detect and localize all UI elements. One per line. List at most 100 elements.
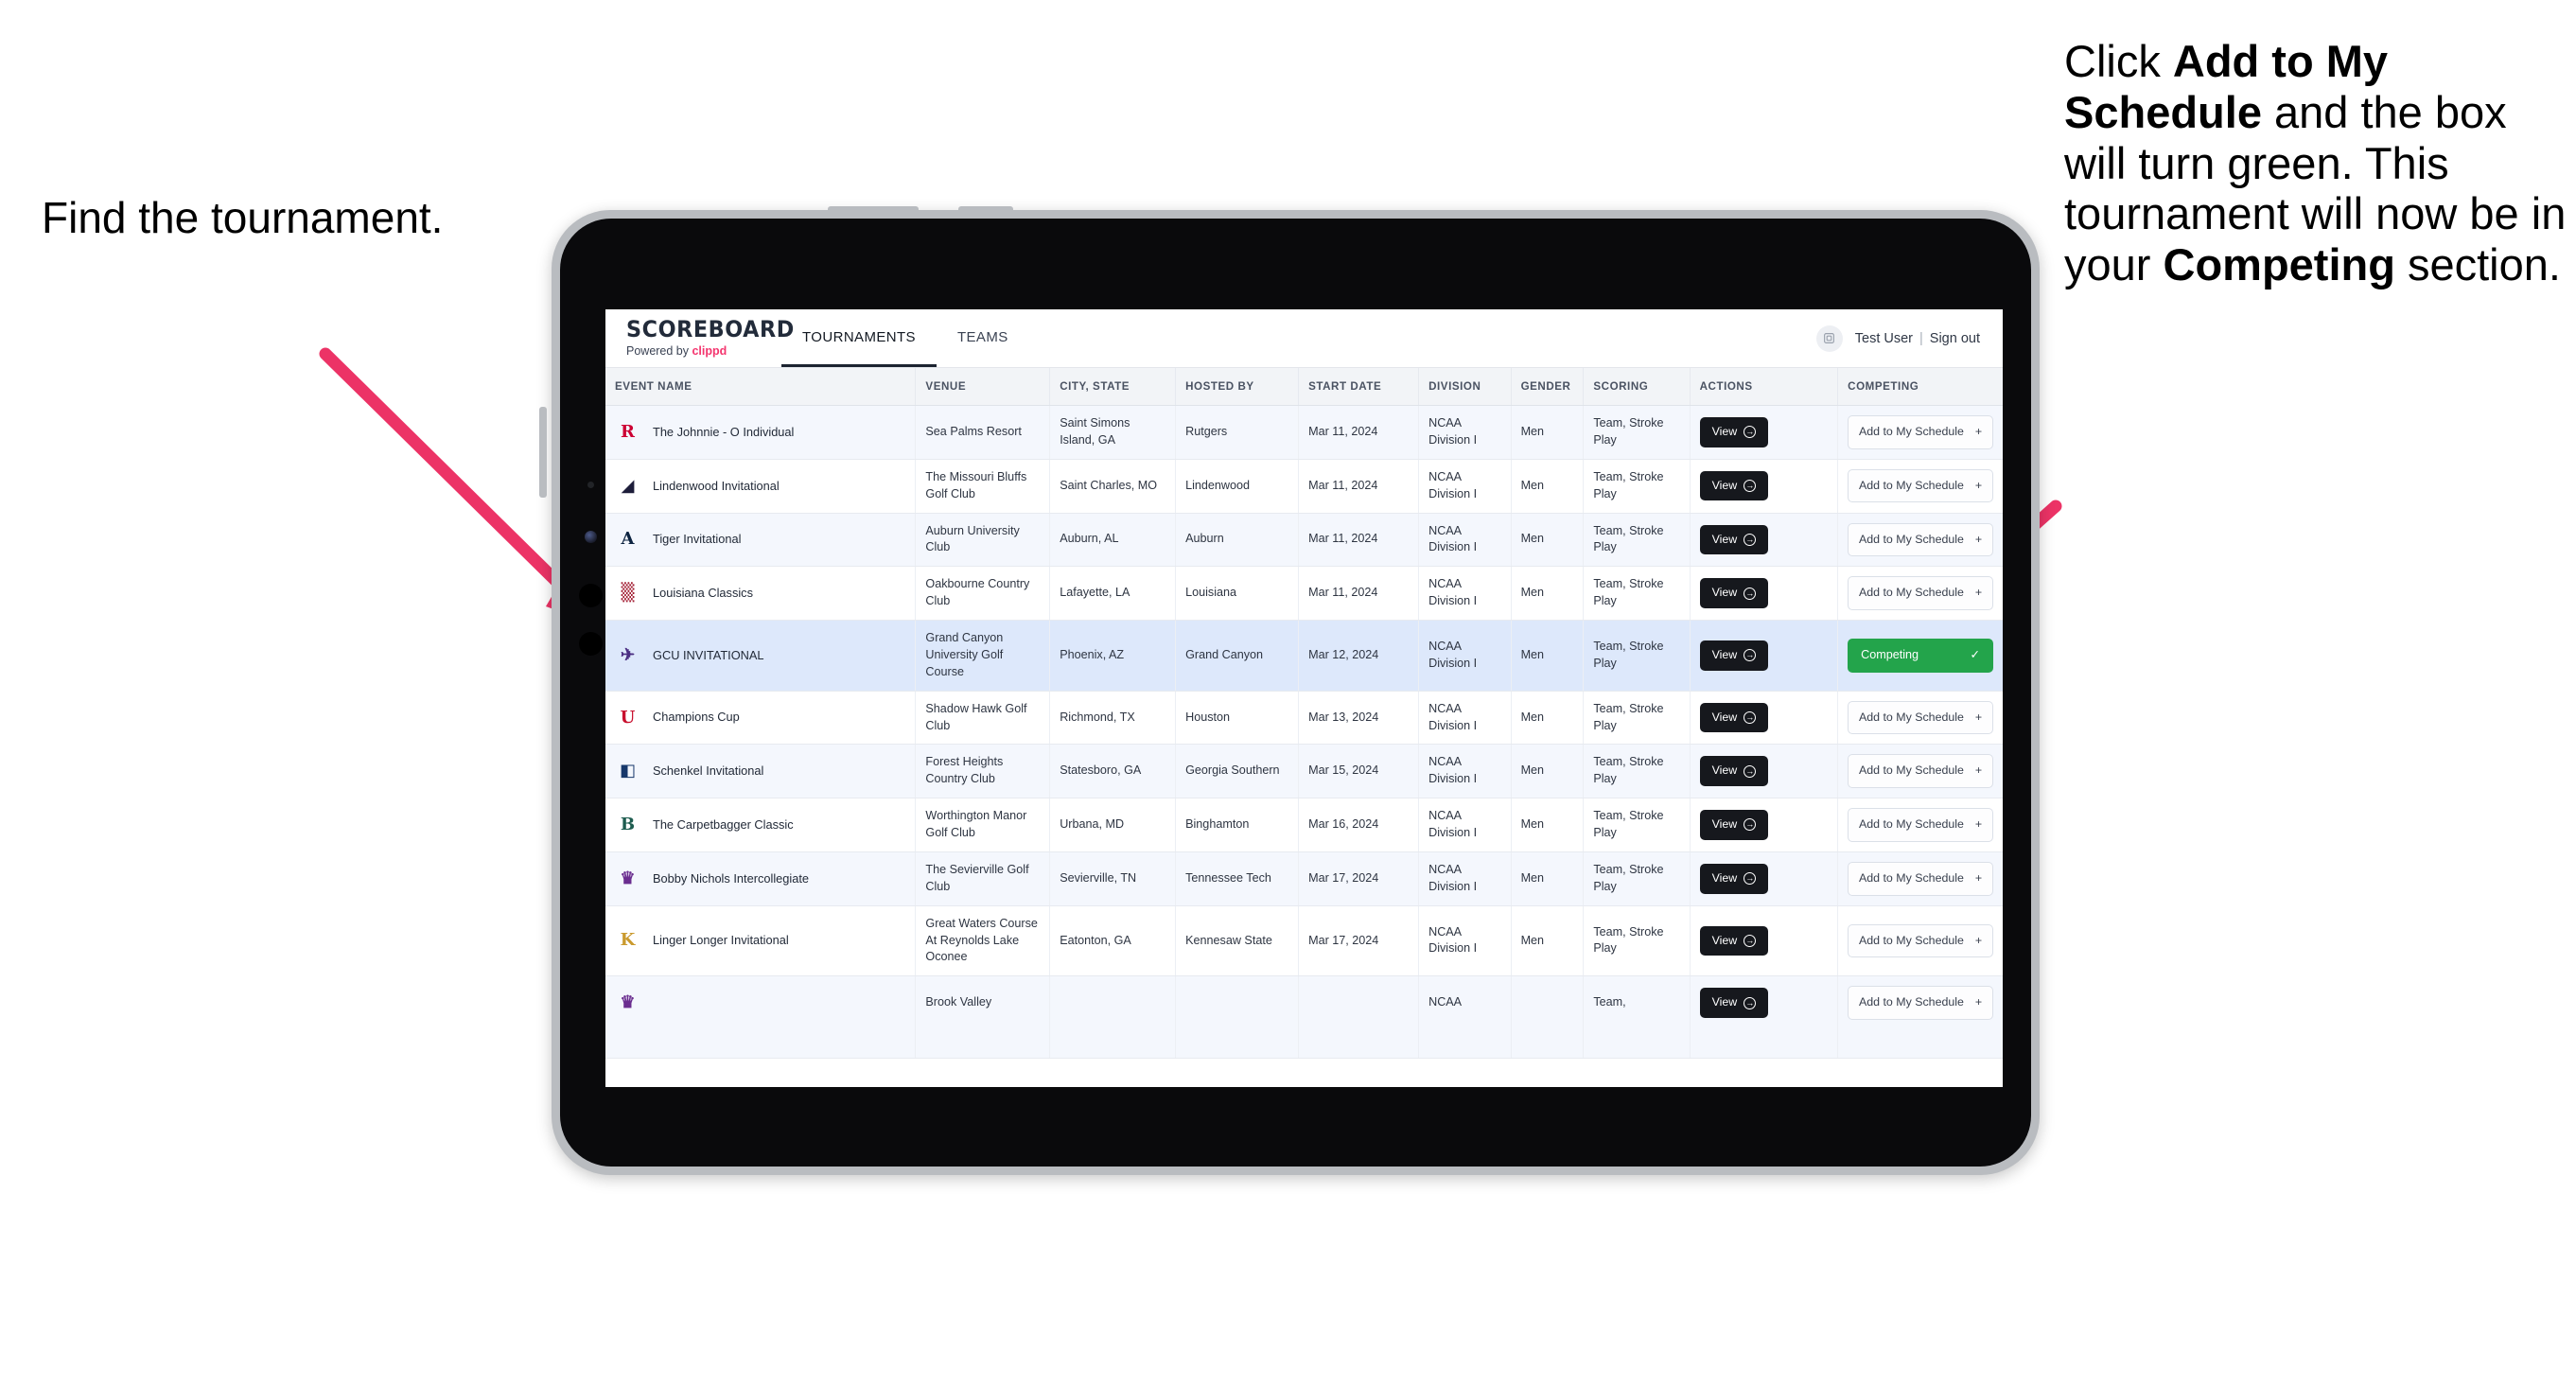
- cell-division: NCAA Division I: [1418, 513, 1512, 568]
- view-button[interactable]: View →: [1699, 810, 1769, 840]
- user-avatar-icon[interactable]: [1815, 325, 1843, 352]
- table-row[interactable]: ▒ Louisiana Classics Oakbourne Country Clu…: [605, 566, 2003, 621]
- table-row[interactable]: ♛ Brook Valley NCAA Team, View → Add to My Sch…: [605, 975, 2003, 1059]
- view-button[interactable]: View →: [1699, 640, 1769, 671]
- cell-competing: Add to My Schedule +: [1837, 744, 2003, 799]
- view-button[interactable]: View →: [1699, 470, 1769, 501]
- cell-venue: The Sevierville Golf Club: [915, 851, 1051, 906]
- table-row[interactable]: U Champions Cup Shadow Hawk Golf Club Richm…: [605, 691, 2003, 746]
- event-cell: B The Carpetbagger Classic: [615, 813, 905, 838]
- cell-division: NCAA Division I: [1418, 691, 1512, 746]
- col-header-division[interactable]: DIVISION: [1418, 368, 1512, 406]
- col-header-city-state[interactable]: CITY, STATE: [1049, 368, 1177, 406]
- add-to-my-schedule-button[interactable]: Add to My Schedule +: [1848, 415, 1993, 449]
- cell-start-date: Mar 17, 2024: [1298, 851, 1420, 906]
- cell-city-state: Eatonton, GA: [1049, 905, 1177, 977]
- brand-logo[interactable]: SCOREBOARD Powered by clippd: [605, 309, 794, 367]
- arrow-right-circle-icon: →: [1744, 426, 1757, 439]
- cell-city-state: Lafayette, LA: [1049, 566, 1177, 621]
- user-name-label: Test User: [1854, 330, 1913, 346]
- table-row[interactable]: ♛ Bobby Nichols Intercollegiate The Sevier…: [605, 851, 2003, 906]
- col-header-start-date[interactable]: START DATE: [1298, 368, 1420, 406]
- team-logo-icon: R: [621, 421, 635, 442]
- add-to-my-schedule-button[interactable]: Add to My Schedule +: [1848, 754, 1993, 789]
- col-header-actions[interactable]: ACTIONS: [1690, 368, 1839, 406]
- cell-city-state: Phoenix, AZ: [1049, 620, 1177, 692]
- app-screen: SCOREBOARD Powered by clippd TOURNAMENTS…: [605, 309, 2003, 1087]
- add-to-my-schedule-button[interactable]: Add to My Schedule +: [1848, 522, 1993, 557]
- add-to-my-schedule-button[interactable]: Add to My Schedule +: [1848, 700, 1993, 735]
- cell-event-name: R The Johnnie - O Individual: [605, 405, 917, 460]
- view-button[interactable]: View →: [1699, 756, 1769, 787]
- add-to-my-schedule-button[interactable]: Add to My Schedule +: [1848, 808, 1993, 842]
- cell-venue: Worthington Manor Golf Club: [915, 798, 1051, 852]
- view-button[interactable]: View →: [1699, 417, 1769, 447]
- add-to-my-schedule-label: Add to My Schedule: [1859, 995, 1964, 1009]
- arrow-right-circle-icon: →: [1744, 587, 1757, 600]
- col-header-competing[interactable]: COMPETING: [1837, 368, 2003, 406]
- competing-button[interactable]: Competing ✓: [1848, 638, 1993, 673]
- col-header-hosted-by[interactable]: HOSTED BY: [1175, 368, 1300, 406]
- add-to-my-schedule-button[interactable]: Add to My Schedule +: [1848, 861, 1993, 896]
- team-logo-icon: ♛: [620, 992, 636, 1013]
- add-to-my-schedule-button[interactable]: Add to My Schedule +: [1848, 986, 1993, 1020]
- clippd-brand-label: clippd: [692, 344, 727, 358]
- tournaments-table-container[interactable]: EVENT NAME VENUE CITY, STATE HOSTED BY S…: [605, 368, 2003, 1087]
- team-logo-icon: B: [620, 815, 636, 834]
- arrow-right-circle-icon: →: [1744, 649, 1757, 662]
- cell-actions: View →: [1690, 620, 1839, 692]
- view-button[interactable]: View →: [1699, 578, 1769, 608]
- event-name-label: Bobby Nichols Intercollegiate: [653, 870, 810, 886]
- event-name-label: The Carpetbagger Classic: [653, 816, 794, 832]
- add-to-my-schedule-label: Add to My Schedule: [1859, 933, 1964, 947]
- cell-hosted-by: Tennessee Tech: [1175, 851, 1300, 906]
- view-button[interactable]: View →: [1699, 702, 1769, 733]
- view-button[interactable]: View →: [1699, 925, 1769, 956]
- view-button[interactable]: View →: [1699, 863, 1769, 894]
- arrow-right-circle-icon: →: [1744, 872, 1757, 886]
- arrow-right-circle-icon: →: [1744, 533, 1757, 546]
- add-to-my-schedule-button[interactable]: Add to My Schedule +: [1848, 468, 1993, 503]
- table-head: EVENT NAME VENUE CITY, STATE HOSTED BY S…: [605, 368, 2003, 406]
- cell-actions: View →: [1690, 566, 1839, 621]
- add-to-my-schedule-button[interactable]: Add to My Schedule +: [1848, 923, 1993, 958]
- plus-icon: +: [1974, 478, 1983, 492]
- arrow-right-circle-icon: →: [1744, 711, 1757, 724]
- add-to-my-schedule-button[interactable]: Add to My Schedule +: [1848, 576, 1993, 610]
- table-row[interactable]: A Tiger Invitational Auburn University Clu…: [605, 513, 2003, 568]
- view-button[interactable]: View →: [1699, 524, 1769, 555]
- cell-city-state: Statesboro, GA: [1049, 744, 1177, 799]
- cell-start-date: Mar 17, 2024: [1298, 905, 1420, 977]
- speaker-hole-icon: [579, 584, 603, 607]
- col-header-gender[interactable]: GENDER: [1511, 368, 1585, 406]
- table-row[interactable]: K Linger Longer Invitational Great Waters …: [605, 905, 2003, 977]
- col-header-event-name[interactable]: EVENT NAME: [605, 368, 917, 406]
- table-row[interactable]: R The Johnnie - O Individual Sea Palms Res…: [605, 405, 2003, 460]
- col-header-scoring[interactable]: SCORING: [1583, 368, 1691, 406]
- tab-teams[interactable]: TEAMS: [937, 309, 1029, 367]
- table-row[interactable]: ◧ Schenkel Invitational Forest Heights Cou…: [605, 744, 2003, 799]
- tab-tournaments[interactable]: TOURNAMENTS: [781, 309, 937, 367]
- cell-gender: Men: [1511, 513, 1585, 568]
- event-name-label: GCU INVITATIONAL: [653, 647, 764, 662]
- table-header-row: EVENT NAME VENUE CITY, STATE HOSTED BY S…: [605, 368, 2003, 406]
- arrow-right-circle-icon: →: [1744, 996, 1757, 1009]
- competing-button-label: Competing: [1861, 647, 1919, 661]
- col-header-venue[interactable]: VENUE: [915, 368, 1051, 406]
- cell-competing: Add to My Schedule +: [1837, 905, 2003, 977]
- view-button[interactable]: View →: [1699, 988, 1769, 1018]
- table-row[interactable]: ✈ GCU INVITATIONAL Grand Canyon University…: [605, 620, 2003, 692]
- cell-venue: Shadow Hawk Golf Club: [915, 691, 1051, 746]
- cell-event-name: ◢ Lindenwood Invitational: [605, 459, 917, 514]
- event-name-label: Lindenwood Invitational: [653, 478, 780, 493]
- plus-icon: +: [1974, 425, 1983, 439]
- team-logo-icon: ▒: [621, 583, 635, 604]
- cell-gender: Men: [1511, 459, 1585, 514]
- sign-out-link[interactable]: Sign out: [1930, 331, 1980, 346]
- cell-actions: View →: [1690, 459, 1839, 514]
- table-row[interactable]: ◢ Lindenwood Invitational The Missouri Blu…: [605, 459, 2003, 514]
- table-row[interactable]: B The Carpetbagger Classic Worthington Man…: [605, 798, 2003, 852]
- plus-icon: +: [1974, 817, 1983, 832]
- team-logo-icon: ✈: [620, 644, 636, 665]
- cell-city-state: Saint Simons Island, GA: [1049, 405, 1177, 460]
